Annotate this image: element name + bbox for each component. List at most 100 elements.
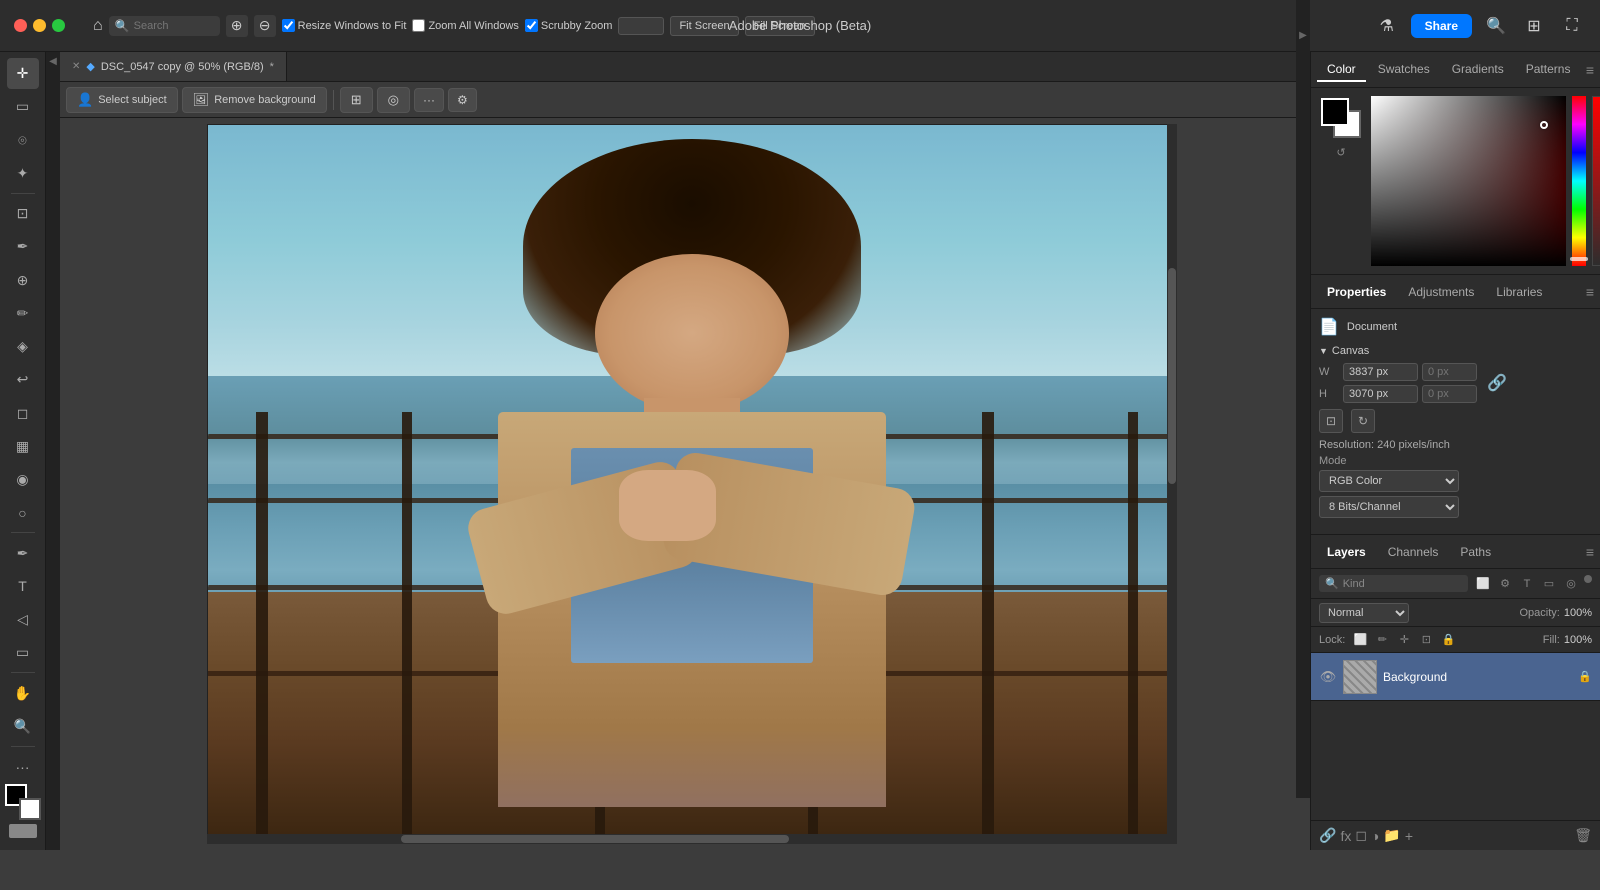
- search-icon[interactable]: 🔍: [1482, 12, 1510, 40]
- layers-kind-filter[interactable]: 🔍 Kind: [1319, 575, 1468, 592]
- add-link-icon[interactable]: 🔗: [1319, 827, 1336, 844]
- tab-gradients[interactable]: Gradients: [1442, 58, 1514, 82]
- shape-filter-icon[interactable]: ▭: [1540, 575, 1558, 593]
- lock-transparent-icon[interactable]: ⬜: [1351, 631, 1369, 649]
- tab-adjustments[interactable]: Adjustments: [1398, 281, 1484, 303]
- more-options-button[interactable]: ···: [414, 88, 444, 112]
- document-tab[interactable]: ✕ ◆ DSC_0547 copy @ 50% (RGB/8) *: [60, 52, 287, 81]
- zoom-in-button[interactable]: ⊕: [226, 15, 248, 37]
- background-color[interactable]: [19, 798, 41, 820]
- lock-pixels-icon[interactable]: ✏: [1373, 631, 1391, 649]
- color-panel-more-icon[interactable]: ≡: [1586, 62, 1594, 78]
- scrubby-zoom-checkbox[interactable]: Scrubby Zoom: [525, 19, 613, 32]
- pixel-filter-icon[interactable]: ⬜: [1474, 575, 1492, 593]
- properties-more-icon[interactable]: ≡: [1586, 284, 1594, 300]
- minimize-button[interactable]: [33, 19, 46, 32]
- lock-position-icon[interactable]: ✛: [1395, 631, 1413, 649]
- type-filter-icon[interactable]: T: [1518, 575, 1536, 593]
- width-input[interactable]: [1343, 363, 1418, 381]
- brush-tool[interactable]: ✏: [7, 298, 39, 329]
- vertical-scrollbar[interactable]: [1167, 124, 1177, 844]
- resize-windows-checkbox[interactable]: Resize Windows to Fit: [282, 19, 407, 32]
- alpha-slider[interactable]: [1592, 96, 1600, 266]
- layer-visibility-toggle[interactable]: 👁: [1319, 668, 1337, 686]
- remove-background-button[interactable]: 🖼 Remove background: [182, 87, 327, 113]
- tab-paths[interactable]: Paths: [1450, 541, 1501, 563]
- share-button[interactable]: Share: [1411, 14, 1472, 38]
- chain-link-icon[interactable]: 🔗: [1487, 373, 1507, 393]
- gradient-tool[interactable]: ▦: [7, 431, 39, 462]
- selection-tool[interactable]: ▭: [7, 91, 39, 122]
- tab-swatches[interactable]: Swatches: [1368, 58, 1440, 82]
- history-brush-tool[interactable]: ↩: [7, 364, 39, 395]
- settings-button[interactable]: ⚙: [448, 88, 477, 112]
- healing-tool[interactable]: ⊕: [7, 264, 39, 295]
- blur-tool[interactable]: ◉: [7, 464, 39, 495]
- add-fx-icon[interactable]: fx: [1340, 828, 1351, 844]
- lock-artboard-icon[interactable]: ⊡: [1417, 631, 1435, 649]
- document-section-header[interactable]: 📄 Document: [1319, 317, 1592, 337]
- pen-tool[interactable]: ✒: [7, 537, 39, 568]
- tab-color[interactable]: Color: [1317, 58, 1366, 82]
- vertical-scrollbar-thumb[interactable]: [1168, 268, 1176, 484]
- zoom-input[interactable]: 100%: [618, 17, 664, 35]
- search-input[interactable]: [134, 20, 214, 32]
- quick-mask-mode[interactable]: [9, 824, 37, 838]
- x-input[interactable]: [1422, 363, 1477, 381]
- add-adjustment-icon[interactable]: ◑: [1371, 828, 1379, 844]
- crop-tool[interactable]: ⊡: [7, 198, 39, 229]
- discover-icon[interactable]: ⚗: [1373, 12, 1401, 40]
- maximize-button[interactable]: [52, 19, 65, 32]
- left-collapse-strip[interactable]: ◀: [46, 52, 60, 850]
- stamp-tool[interactable]: ◈: [7, 331, 39, 362]
- zoom-out-button[interactable]: ⊖: [254, 15, 276, 37]
- home-icon[interactable]: ⌂: [93, 17, 103, 35]
- horizontal-scrollbar[interactable]: [207, 834, 1177, 844]
- lock-all-icon[interactable]: 🔒: [1439, 631, 1457, 649]
- bit-depth-select[interactable]: 8 Bits/Channel 16 Bits/Channel 32 Bits/C…: [1319, 496, 1459, 518]
- layer-item[interactable]: 👁 Background 🔒: [1311, 653, 1600, 701]
- color-mode-select[interactable]: RGB Color CMYK Color Grayscale: [1319, 470, 1459, 492]
- shape-tool[interactable]: ▭: [7, 637, 39, 668]
- photo-canvas[interactable]: [207, 124, 1177, 844]
- select-subject-button[interactable]: 👤 Select subject: [66, 87, 178, 113]
- right-collapse-strip[interactable]: ▶: [1296, 0, 1310, 798]
- dodge-tool[interactable]: ○: [7, 497, 39, 528]
- tab-libraries[interactable]: Libraries: [1486, 281, 1552, 303]
- move-tool[interactable]: ✛: [7, 58, 39, 89]
- refine-edge-button[interactable]: ⊞: [340, 87, 373, 113]
- fill-value[interactable]: 100%: [1564, 634, 1592, 646]
- y-input[interactable]: [1422, 385, 1477, 403]
- select-mask-button[interactable]: ◎: [377, 87, 410, 113]
- eyedropper-tool[interactable]: ✒: [7, 231, 39, 262]
- fit-canvas-button[interactable]: ⊡: [1319, 409, 1343, 433]
- opacity-value[interactable]: 100%: [1564, 607, 1592, 619]
- layers-more-icon[interactable]: ≡: [1586, 544, 1594, 560]
- eraser-tool[interactable]: ◻: [7, 397, 39, 428]
- lasso-tool[interactable]: ⌾: [7, 125, 39, 156]
- hand-tool[interactable]: ✋: [7, 677, 39, 708]
- color-gradient-box[interactable]: [1371, 96, 1566, 266]
- more-tools-button[interactable]: ···: [7, 751, 39, 782]
- arrange-icon[interactable]: ⊞: [1520, 12, 1548, 40]
- close-button[interactable]: [14, 19, 27, 32]
- canvas-section-header[interactable]: ▼ Canvas: [1319, 345, 1592, 357]
- search-box[interactable]: 🔍: [109, 16, 220, 36]
- add-folder-icon[interactable]: 📁: [1383, 827, 1400, 844]
- path-selection-tool[interactable]: ◁: [7, 604, 39, 635]
- height-input[interactable]: [1343, 385, 1418, 403]
- tab-close[interactable]: ✕: [72, 61, 80, 72]
- foreground-swatch[interactable]: [1321, 98, 1349, 126]
- tab-patterns[interactable]: Patterns: [1516, 58, 1581, 82]
- adjustment-filter-icon[interactable]: ⚙: [1496, 575, 1514, 593]
- expand-icon[interactable]: ⛶: [1558, 12, 1586, 40]
- tab-channels[interactable]: Channels: [1378, 541, 1449, 563]
- type-tool[interactable]: T: [7, 571, 39, 602]
- blend-mode-select[interactable]: Normal Multiply Screen Overlay: [1319, 603, 1409, 623]
- add-layer-icon[interactable]: +: [1405, 828, 1413, 844]
- reset-colors-icon[interactable]: ↺: [1336, 146, 1345, 159]
- horizontal-scrollbar-thumb[interactable]: [401, 835, 789, 843]
- zoom-all-checkbox[interactable]: Zoom All Windows: [412, 19, 518, 32]
- tab-properties[interactable]: Properties: [1317, 281, 1396, 303]
- hue-slider[interactable]: [1572, 96, 1586, 266]
